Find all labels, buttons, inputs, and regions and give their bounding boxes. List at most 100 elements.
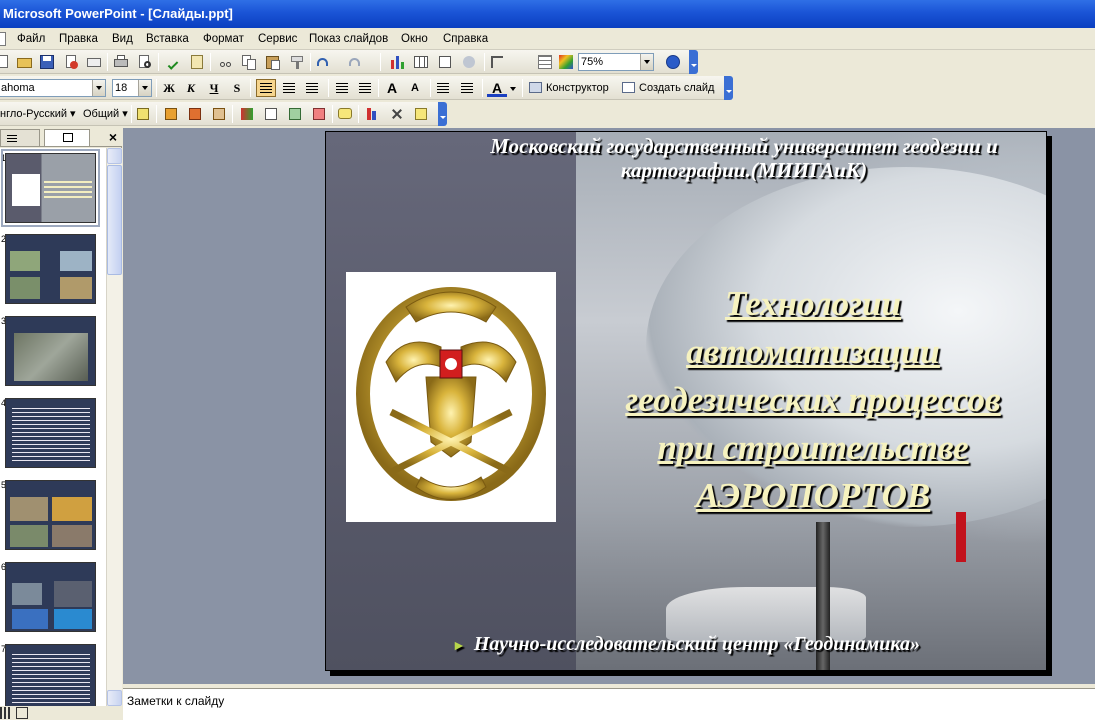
align-left-icon[interactable] (256, 79, 276, 97)
slide-title[interactable]: Технологии автоматизации геодезических п… (588, 280, 1038, 520)
window-title-bar[interactable]: Microsoft PowerPoint - [Слайды.ppt] (0, 0, 1095, 28)
bold-button[interactable]: Ж (159, 79, 179, 97)
shadow-button[interactable]: S (227, 79, 247, 97)
email-icon[interactable] (85, 53, 103, 71)
menu-insert[interactable]: Вставка (146, 31, 189, 47)
insert-chart-icon[interactable] (388, 53, 406, 71)
slide-thumbnail[interactable] (5, 562, 96, 632)
help-icon[interactable] (664, 53, 682, 71)
new-document-icon[interactable] (0, 53, 12, 71)
toolbar-options-icon[interactable] (438, 102, 447, 126)
bullets-icon[interactable] (356, 79, 374, 97)
slide-footer-text[interactable]: ► Научно-исследовательский центр «Геодина… (452, 632, 1032, 659)
menu-file[interactable]: Файл (17, 31, 45, 47)
chevron-down-icon[interactable] (92, 80, 105, 96)
new-slide-icon[interactable] (620, 79, 638, 97)
open-folder-icon[interactable] (16, 53, 34, 71)
addin-icon[interactable] (210, 105, 228, 123)
addin-icon[interactable] (238, 105, 256, 123)
toolbar-separator (430, 79, 431, 97)
chevron-down-icon[interactable] (508, 79, 518, 97)
menu-format[interactable]: Формат (203, 31, 244, 47)
menu-window[interactable]: Окно (401, 31, 428, 47)
paste-icon[interactable] (264, 53, 282, 71)
zoom-select[interactable]: 75% (578, 53, 654, 71)
menu-slideshow[interactable]: Показ слайдов (309, 31, 388, 47)
scroll-down-icon[interactable] (107, 690, 122, 706)
menu-help[interactable]: Справка (443, 31, 488, 47)
expand-icon[interactable] (488, 53, 506, 71)
insert-table-icon[interactable] (412, 53, 430, 71)
redo-icon[interactable] (346, 53, 364, 71)
expand-all-icon[interactable] (436, 53, 454, 71)
language-select[interactable]: нгло-Русский ▾ (0, 105, 76, 123)
normal-view-icon[interactable] (0, 707, 12, 719)
document-icon[interactable] (0, 32, 6, 46)
scroll-up-icon[interactable] (107, 148, 122, 164)
slide-thumbnail[interactable] (5, 398, 96, 468)
slide-thumbnail[interactable] (5, 316, 96, 386)
toolbar-options-icon[interactable] (689, 50, 698, 74)
addin-icon[interactable] (262, 105, 280, 123)
tab-outline[interactable] (0, 129, 40, 146)
chevron-down-icon[interactable] (640, 54, 653, 70)
numbering-icon[interactable] (333, 79, 351, 97)
decrease-font-button[interactable]: A (405, 79, 425, 97)
slide-sorter-view-icon[interactable] (16, 707, 28, 719)
addin-icon[interactable] (186, 105, 204, 123)
delete-icon[interactable] (388, 105, 406, 123)
permission-icon[interactable] (62, 53, 80, 71)
decrease-indent-icon[interactable] (434, 79, 452, 97)
cut-icon[interactable] (216, 53, 234, 71)
addin-icon[interactable] (310, 105, 328, 123)
menu-tools[interactable]: Сервис (258, 31, 297, 47)
increase-font-button[interactable]: A (382, 79, 402, 97)
translate-icon[interactable] (134, 105, 152, 123)
slide-thumbnail[interactable] (5, 644, 96, 706)
undo-icon[interactable] (314, 53, 332, 71)
increase-indent-icon[interactable] (458, 79, 476, 97)
addin-icon[interactable] (162, 105, 180, 123)
color-grayscale-icon[interactable] (557, 53, 575, 71)
copy-icon[interactable] (240, 53, 258, 71)
slide-thumbnail[interactable] (5, 234, 96, 304)
design-icon[interactable] (527, 79, 545, 97)
help-icon[interactable] (412, 105, 430, 123)
font-color-button[interactable]: A (487, 79, 507, 97)
comment-icon[interactable] (336, 105, 354, 123)
menu-view[interactable]: Вид (112, 31, 133, 47)
save-icon[interactable] (38, 53, 56, 71)
spelling-icon[interactable] (164, 53, 182, 71)
research-icon[interactable] (188, 53, 206, 71)
notes-pane[interactable]: Заметки к слайду (123, 688, 1095, 720)
menu-edit[interactable]: Правка (59, 31, 98, 47)
addin-icon[interactable] (286, 105, 304, 123)
tab-slides[interactable] (44, 129, 90, 146)
university-name[interactable]: Московский государственный университет г… (444, 134, 1044, 182)
designer-button[interactable]: Конструктор (546, 79, 609, 97)
current-slide[interactable]: Московский государственный университет г… (325, 131, 1047, 671)
university-emblem[interactable] (346, 272, 556, 522)
font-select[interactable]: ahoma (0, 79, 106, 97)
align-center-icon[interactable] (280, 79, 298, 97)
close-icon[interactable]: × (109, 128, 117, 146)
align-right-icon[interactable] (303, 79, 321, 97)
insert-clipart-icon[interactable] (460, 53, 478, 71)
new-slide-button[interactable]: Создать слайд (639, 79, 714, 97)
print-preview-icon[interactable] (136, 53, 154, 71)
general-select[interactable]: Общий ▾ (83, 105, 128, 123)
toolbar-options-icon[interactable] (724, 76, 733, 100)
slide-thumbnail[interactable] (5, 480, 96, 550)
addin-icon[interactable] (364, 105, 382, 123)
format-painter-icon[interactable] (288, 53, 306, 71)
chevron-down-icon[interactable] (138, 80, 151, 96)
underline-button[interactable]: Ч (204, 79, 224, 97)
font-size-select[interactable]: 18 (112, 79, 152, 97)
italic-button[interactable]: К (181, 79, 201, 97)
thumbnails-scrollbar[interactable] (106, 148, 122, 706)
show-formatting-icon[interactable] (512, 53, 530, 71)
slide-thumbnail[interactable] (1, 149, 100, 227)
print-icon[interactable] (112, 53, 130, 71)
show-grid-icon[interactable] (536, 53, 554, 71)
scroll-thumb[interactable] (107, 165, 122, 275)
